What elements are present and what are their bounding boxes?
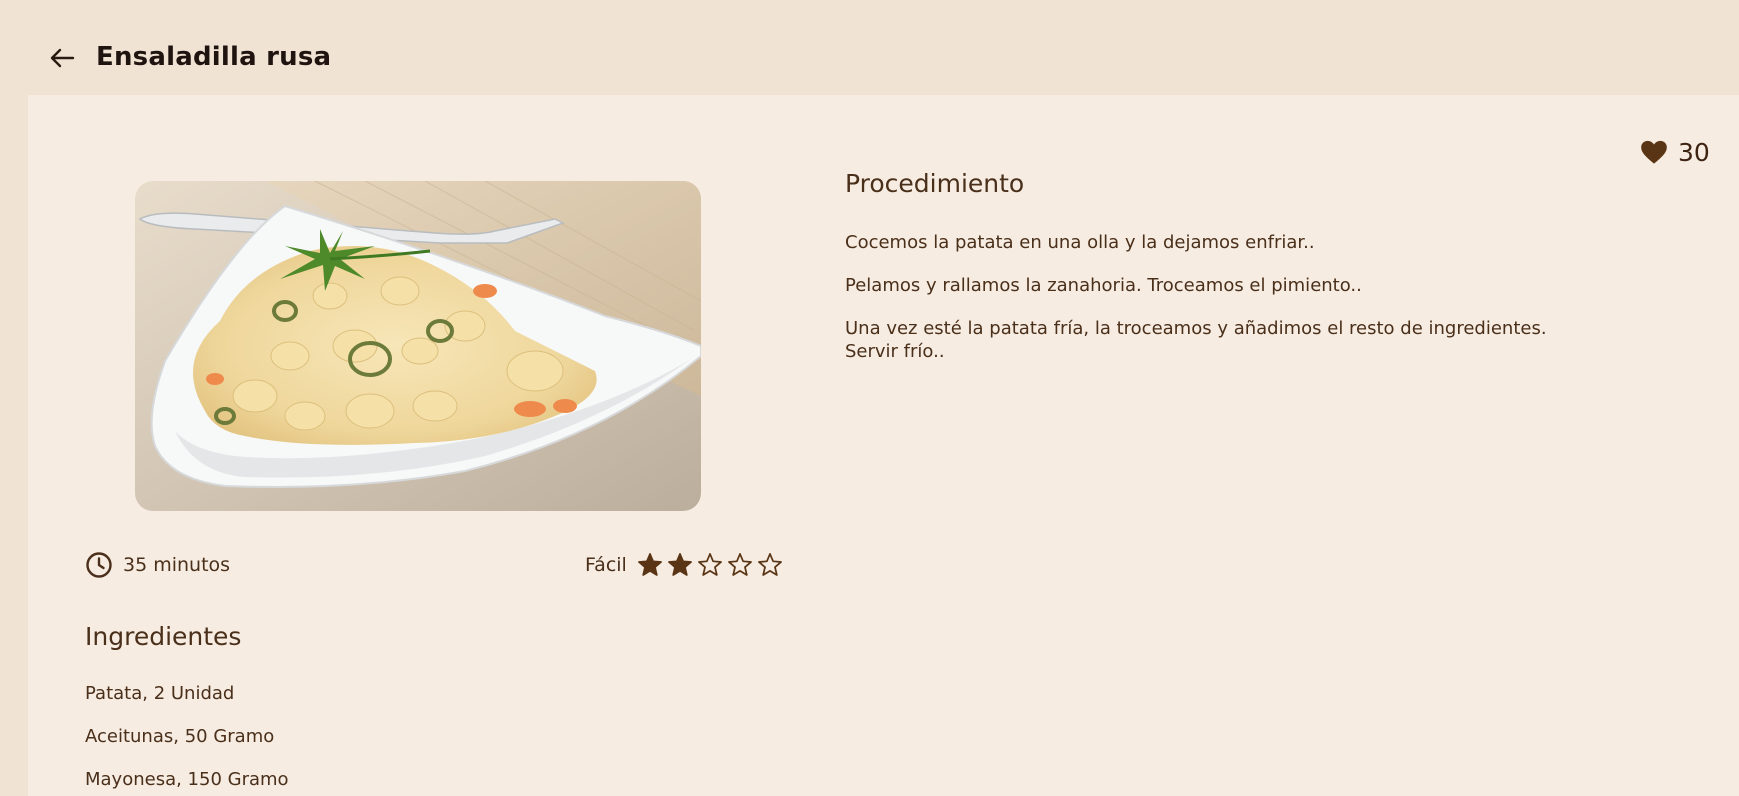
ingredient-item: Mayonesa, 150 Gramo	[85, 769, 289, 790]
heart-icon	[1641, 140, 1667, 164]
ingredient-item: Patata, 2 Unidad	[85, 683, 235, 704]
star-filled-icon	[667, 553, 692, 576]
cooking-time-value: 35 minutos	[123, 554, 231, 576]
page-title: Ensaladilla rusa	[96, 42, 332, 72]
star-outline-icon	[727, 553, 752, 576]
star-filled-icon	[637, 553, 662, 576]
star-outline-icon	[697, 553, 722, 576]
procedure-title: Procedimiento	[845, 169, 1025, 198]
arrow-left-icon	[50, 48, 75, 68]
likes-count: 30	[1678, 137, 1710, 167]
procedure-step: Pelamos y rallamos la zanahoria. Troceam…	[845, 275, 1362, 296]
dish-photo	[135, 181, 701, 511]
difficulty-rating: Fácil	[585, 550, 783, 580]
clock-icon	[86, 552, 112, 578]
ingredients-title: Ingredientes	[85, 622, 242, 651]
difficulty-stars	[637, 552, 783, 578]
recipe-image	[135, 181, 701, 511]
procedure-step: Una vez esté la patata fría, la troceamo…	[845, 318, 1547, 362]
star-outline-icon	[757, 553, 782, 576]
app-header: Ensaladilla rusa	[0, 0, 1739, 95]
cooking-time: 35 minutos	[85, 550, 230, 580]
difficulty-label: Fácil	[585, 554, 627, 576]
likes-button[interactable]: 30	[1640, 135, 1710, 169]
back-button[interactable]	[44, 40, 80, 76]
ingredient-item: Aceitunas, 50 Gramo	[85, 726, 275, 747]
procedure-step: Cocemos la patata en una olla y la dejam…	[845, 232, 1315, 253]
recipe-detail-panel: 30 35 minutos Fácil Ingredientes Patata,…	[28, 95, 1739, 796]
